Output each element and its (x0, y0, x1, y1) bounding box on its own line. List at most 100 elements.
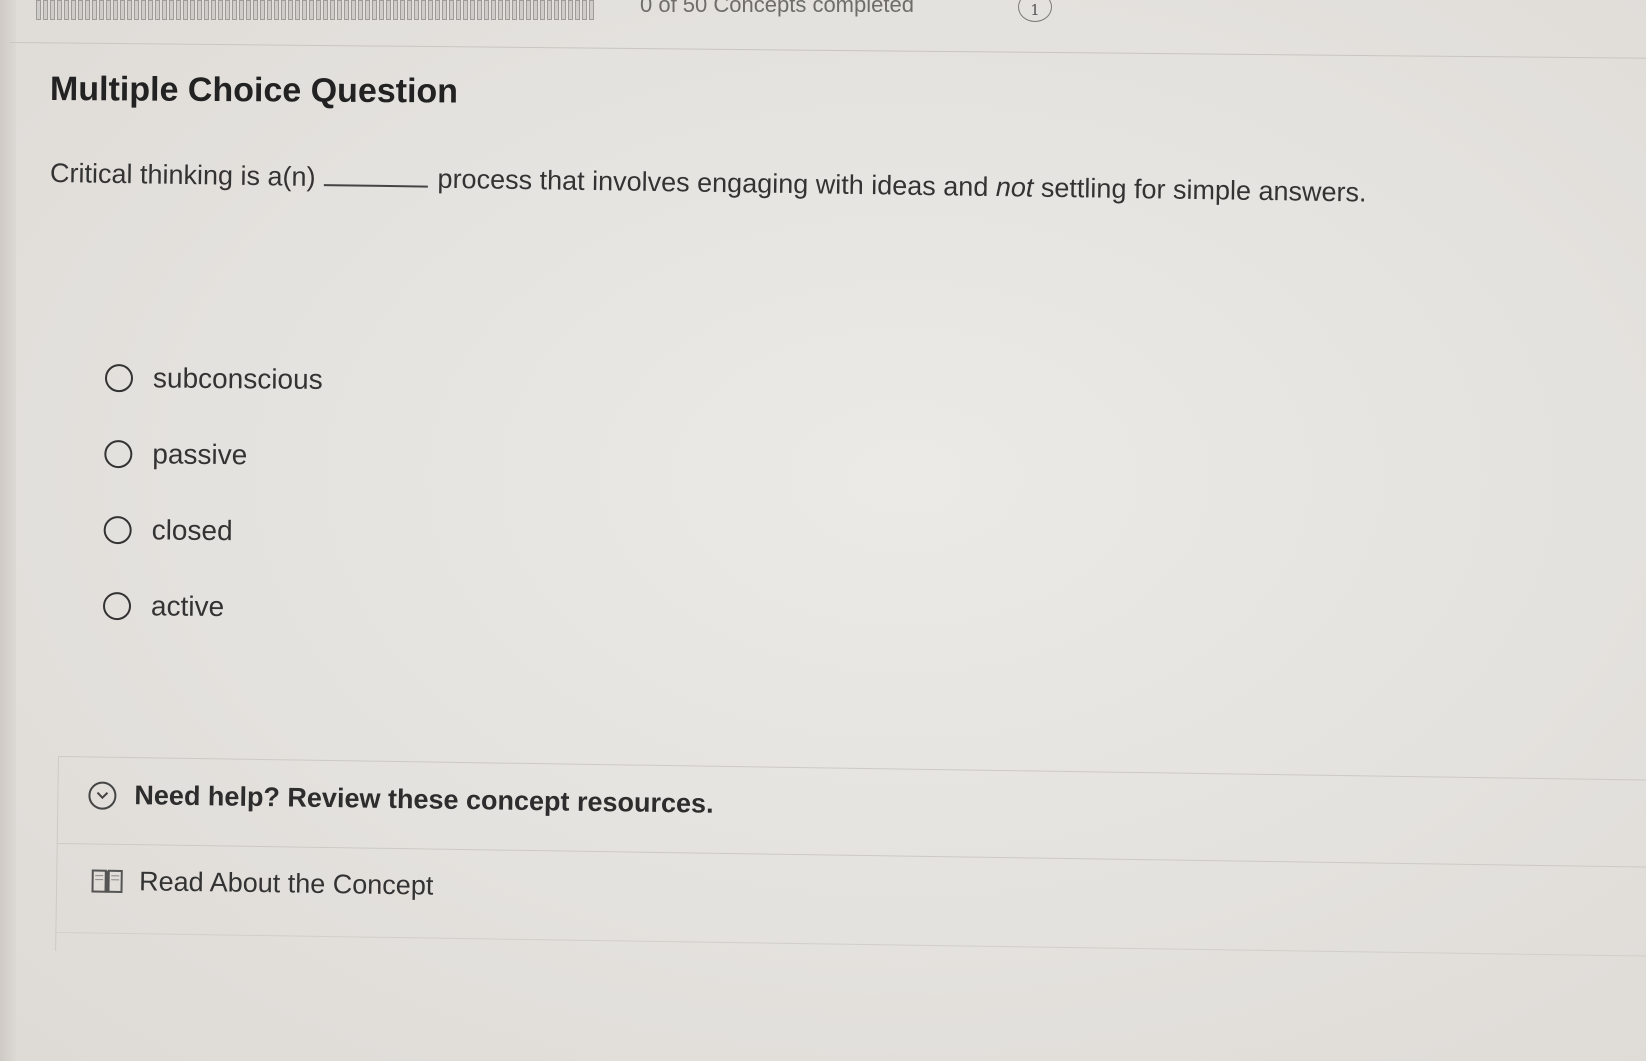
progress-segment (428, 0, 433, 20)
progress-segment (113, 0, 118, 20)
read-about-concept-link[interactable]: Read About the Concept (91, 866, 434, 902)
option-closed[interactable]: closed (103, 492, 321, 570)
progress-segment (512, 0, 517, 20)
progress-segment (393, 0, 398, 20)
progress-segment (435, 0, 440, 20)
progress-segment (575, 0, 580, 20)
prompt-text-end: settling for simple answers. (1040, 172, 1367, 208)
progress-segment (64, 0, 69, 20)
chevron-down-circle-icon (88, 780, 117, 810)
progress-segment (372, 0, 377, 20)
progress-segment (190, 0, 195, 20)
progress-segment (400, 0, 405, 20)
progress-segment (78, 0, 83, 20)
progress-segment (519, 0, 524, 20)
progress-segment (134, 0, 139, 20)
progress-segment (246, 0, 251, 20)
window-edge (0, 0, 16, 1061)
progress-segment (57, 0, 62, 20)
progress-segment (533, 0, 538, 20)
radio-button[interactable] (103, 515, 132, 545)
progress-segment (589, 0, 594, 20)
progress-segment (498, 0, 503, 20)
progress-segment (232, 0, 237, 20)
progress-segment (99, 0, 104, 20)
radio-button[interactable] (104, 364, 134, 393)
progress-segment (253, 0, 258, 20)
progress-segment (568, 0, 573, 20)
progress-segment (274, 0, 279, 20)
progress-segment (127, 0, 132, 20)
progress-segment (449, 0, 454, 20)
progress-segment (547, 0, 552, 20)
progress-segment (323, 0, 328, 20)
progress-segment (379, 0, 384, 20)
progress-segment (330, 0, 335, 20)
progress-segment (477, 0, 482, 20)
progress-segment (92, 0, 97, 20)
progress-segment (50, 0, 55, 20)
progress-segment (295, 0, 300, 20)
progress-segment (407, 0, 412, 20)
option-label: passive (152, 438, 248, 471)
progress-segment (288, 0, 293, 20)
progress-segment (540, 0, 545, 20)
option-label: subconscious (152, 362, 323, 395)
progress-segment (316, 0, 321, 20)
progress-segment (141, 0, 146, 20)
progress-segment (351, 0, 356, 20)
radio-button[interactable] (104, 440, 133, 469)
help-resources-toggle[interactable]: Need help? Review these concept resource… (88, 779, 714, 819)
concept-progress-bar (36, 0, 620, 20)
progress-segment (155, 0, 160, 20)
progress-text: 0 of 50 Concepts completed (640, 0, 914, 17)
option-label: closed (151, 514, 233, 547)
progress-segment (414, 0, 419, 20)
progress-segment (239, 0, 244, 20)
help-bottom-divider (56, 931, 1646, 957)
progress-segment (71, 0, 76, 20)
progress-segment (197, 0, 202, 20)
option-label: active (150, 590, 225, 623)
question-type-title: Multiple Choice Question (49, 70, 459, 111)
option-subconscious[interactable]: subconscious (104, 340, 323, 418)
progress-segment (281, 0, 286, 20)
progress-segment (491, 0, 496, 20)
progress-segment (561, 0, 566, 20)
progress-segment (505, 0, 510, 20)
progress-segment (344, 0, 349, 20)
progress-segment (267, 0, 272, 20)
radio-button[interactable] (102, 591, 132, 621)
progress-segment (43, 0, 48, 20)
prompt-text-start: Critical thinking is a(n) (49, 158, 316, 192)
progress-segment (337, 0, 342, 20)
progress-segment (225, 0, 230, 20)
progress-segment (442, 0, 447, 20)
progress-segment (386, 0, 391, 20)
progress-segment (85, 0, 90, 20)
progress-segment (148, 0, 153, 20)
progress-segment (484, 0, 489, 20)
answer-blank (323, 183, 428, 188)
option-passive[interactable]: passive (104, 416, 322, 494)
progress-segment (183, 0, 188, 20)
progress-segment (463, 0, 468, 20)
progress-segment (526, 0, 531, 20)
progress-segment (260, 0, 265, 20)
progress-segment (470, 0, 475, 20)
progress-segment (218, 0, 223, 20)
read-about-concept-label: Read About the Concept (138, 866, 434, 901)
progress-segment (302, 0, 307, 20)
option-active[interactable]: active (102, 568, 321, 646)
help-divider (57, 843, 1646, 868)
progress-segment (365, 0, 370, 20)
progress-segment (204, 0, 209, 20)
progress-segment (36, 0, 41, 20)
book-icon (91, 868, 123, 894)
progress-segment (554, 0, 559, 20)
progress-segment (211, 0, 216, 20)
progress-segment (169, 0, 174, 20)
progress-segment (106, 0, 111, 20)
help-resources-panel: Need help? Review these concept resource… (55, 756, 1646, 975)
progress-segment (162, 0, 167, 20)
